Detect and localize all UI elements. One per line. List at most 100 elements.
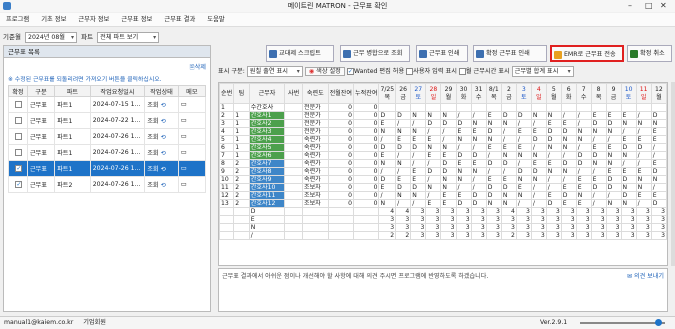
shift-cell[interactable]: / bbox=[455, 183, 472, 192]
shift-cell[interactable]: D bbox=[575, 151, 592, 160]
shift-cell[interactable]: E bbox=[470, 159, 487, 168]
menu-basic-info[interactable]: 기초 정보 bbox=[35, 13, 72, 27]
shift-cell[interactable]: E bbox=[500, 143, 517, 152]
shift-cell[interactable]: D bbox=[378, 143, 397, 152]
grid-row[interactable]: 12 2 간호사11 조보자 0 0/N N / E E D D N N / E D N / / D E E bbox=[219, 191, 667, 200]
shift-cell[interactable]: N bbox=[500, 191, 517, 200]
shift-cell[interactable]: D bbox=[605, 183, 622, 192]
send-feedback-button[interactable]: ✉ 의견 보내기 bbox=[627, 271, 664, 280]
wanted-edit-checkbox[interactable]: ✓ bbox=[346, 67, 354, 75]
shift-cell[interactable]: N bbox=[485, 135, 502, 144]
memo-icon[interactable]: ▭ bbox=[181, 149, 187, 156]
shift-cell[interactable]: / bbox=[395, 199, 412, 208]
shift-cell[interactable]: D bbox=[590, 183, 607, 192]
shift-cell[interactable]: / bbox=[410, 159, 427, 168]
shift-cell[interactable]: E bbox=[545, 159, 562, 168]
shift-cell[interactable]: / bbox=[485, 151, 502, 160]
schedule-row[interactable]: ✓ 근무표 파트2 2024-07-26 1... 조회 ⟲ ▭ bbox=[8, 176, 207, 193]
shift-cell[interactable]: E bbox=[410, 135, 427, 144]
shift-cell[interactable]: E bbox=[455, 127, 472, 136]
shift-cell[interactable]: / bbox=[410, 151, 427, 160]
shift-cell[interactable]: D bbox=[410, 183, 427, 192]
shift-cell[interactable]: E bbox=[425, 199, 442, 208]
shift-cell[interactable]: N bbox=[560, 135, 577, 144]
shift-cell[interactable]: N bbox=[530, 175, 547, 184]
shift-cell[interactable]: / bbox=[485, 167, 502, 176]
grid-row[interactable]: 7 1 간호사6 숙련가 0 0 E / / E E D D / N N N / / D D N N / / bbox=[219, 151, 667, 160]
shift-cell[interactable]: D bbox=[455, 151, 472, 160]
shift-cell[interactable]: / bbox=[470, 111, 487, 120]
shift-cell[interactable]: / bbox=[410, 119, 427, 128]
shift-cell[interactable]: E bbox=[530, 127, 547, 136]
shift-cell[interactable]: / bbox=[575, 111, 592, 120]
shift-cell[interactable]: / bbox=[575, 167, 592, 176]
shift-cell[interactable]: D bbox=[650, 111, 667, 120]
menu-schedule-result[interactable]: 근무표 결과 bbox=[158, 13, 201, 27]
shift-cell[interactable]: N bbox=[485, 119, 502, 128]
shift-cell[interactable]: / bbox=[515, 119, 532, 128]
shift-cell[interactable]: E bbox=[470, 127, 487, 136]
shift-cell[interactable]: N bbox=[455, 135, 472, 144]
shift-cell[interactable]: E bbox=[440, 191, 457, 200]
shift-cell[interactable] bbox=[410, 103, 427, 112]
shift-cell[interactable]: / bbox=[560, 111, 577, 120]
shift-cell[interactable]: E bbox=[378, 183, 397, 192]
shift-cell[interactable]: / bbox=[395, 151, 412, 160]
shift-cell[interactable]: D bbox=[455, 199, 472, 208]
confirm-checkbox[interactable] bbox=[15, 132, 23, 140]
shift-cell[interactable]: D bbox=[455, 119, 472, 128]
shift-cell[interactable]: N bbox=[470, 135, 487, 144]
shift-cell[interactable] bbox=[650, 103, 667, 112]
shift-cell[interactable]: / bbox=[560, 175, 577, 184]
shift-cell[interactable]: N bbox=[575, 135, 592, 144]
shift-cell[interactable]: E bbox=[575, 183, 592, 192]
shift-cell[interactable]: D bbox=[378, 111, 397, 120]
close-icon[interactable]: ✕ bbox=[660, 1, 667, 11]
shift-cell[interactable]: / bbox=[650, 183, 667, 192]
shift-cell[interactable]: N bbox=[515, 175, 532, 184]
shift-cell[interactable]: / bbox=[635, 159, 652, 168]
maximize-icon[interactable]: □ bbox=[645, 1, 653, 11]
shift-cell[interactable]: N bbox=[470, 119, 487, 128]
sum-select[interactable]: 근무별 합계 표시 bbox=[511, 66, 574, 77]
shift-cell[interactable]: D bbox=[485, 127, 502, 136]
confirm-checkbox[interactable]: ✓ bbox=[15, 180, 23, 188]
shift-cell[interactable]: D bbox=[650, 199, 667, 208]
print-button[interactable]: 근무표 인쇄 bbox=[416, 45, 468, 62]
shift-cell[interactable]: N bbox=[635, 175, 652, 184]
shift-cell[interactable]: E bbox=[620, 135, 637, 144]
shift-cell[interactable]: N bbox=[378, 159, 397, 168]
shift-cell[interactable]: D bbox=[425, 119, 442, 128]
shift-cell[interactable]: N bbox=[410, 191, 427, 200]
shift-cell[interactable]: E bbox=[620, 111, 637, 120]
shift-cell[interactable]: / bbox=[650, 143, 667, 152]
right-side-tab[interactable] bbox=[671, 82, 675, 266]
memo-icon[interactable]: ▭ bbox=[181, 181, 187, 188]
memo-icon[interactable]: ▭ bbox=[181, 133, 187, 140]
memo-icon[interactable]: ▭ bbox=[181, 117, 187, 124]
menu-help[interactable]: 도움말 bbox=[201, 13, 230, 27]
shift-cell[interactable]: N bbox=[378, 199, 397, 208]
shift-cell[interactable]: D bbox=[650, 167, 667, 176]
shift-cell[interactable]: E bbox=[605, 167, 622, 176]
shift-cell[interactable]: N bbox=[410, 111, 427, 120]
shift-cell[interactable]: / bbox=[635, 199, 652, 208]
grid-row[interactable]: 2 1 간호사1 전문가 0 0 D D N N N / / E D D N N / / E E E / D bbox=[219, 111, 667, 120]
shift-cell[interactable] bbox=[515, 103, 532, 112]
color-settings-button[interactable]: ◉ 색상 설정 bbox=[304, 67, 345, 76]
refresh-icon[interactable]: ⟲ bbox=[161, 150, 166, 157]
shift-cell[interactable]: N bbox=[425, 111, 442, 120]
shift-cell[interactable]: / bbox=[560, 151, 577, 160]
shift-cell[interactable]: D bbox=[440, 159, 457, 168]
shift-cell[interactable]: D bbox=[620, 143, 637, 152]
shift-cell[interactable]: E bbox=[560, 199, 577, 208]
shift-cell[interactable]: E bbox=[635, 191, 652, 200]
shift-cell[interactable]: / bbox=[530, 191, 547, 200]
shift-cell[interactable]: E bbox=[590, 143, 607, 152]
emr-send-button[interactable]: EMR로 근무표 전송 bbox=[550, 45, 624, 62]
schedule-row[interactable]: 근무표 파트1 2024-07-26 1... 조회 ⟲ ▭ bbox=[8, 144, 207, 161]
shift-cell[interactable] bbox=[485, 103, 502, 112]
shift-cell[interactable]: / bbox=[590, 167, 607, 176]
shift-cell[interactable]: / bbox=[470, 183, 487, 192]
shift-cell[interactable]: N bbox=[605, 199, 622, 208]
